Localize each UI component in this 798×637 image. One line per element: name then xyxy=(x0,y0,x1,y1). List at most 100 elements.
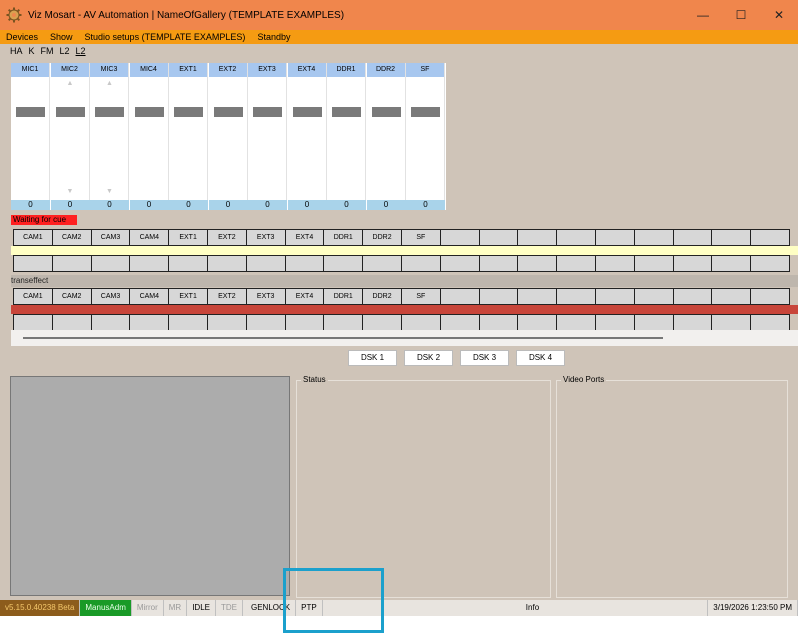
bus-button[interactable] xyxy=(750,229,790,246)
bus-button[interactable]: CAM4 xyxy=(129,229,170,246)
bus-button[interactable]: CAM1 xyxy=(13,229,53,246)
fader-handle[interactable] xyxy=(371,107,401,117)
bus-button[interactable] xyxy=(750,288,790,305)
arrow-down-icon[interactable]: ▼ xyxy=(90,188,129,195)
bus-button[interactable]: EXT1 xyxy=(168,288,208,305)
bus-button[interactable]: EXT4 xyxy=(284,229,325,246)
bus-button[interactable]: EXT2 xyxy=(206,288,247,305)
bus-button[interactable]: EXT4 xyxy=(284,288,325,305)
bus-button[interactable] xyxy=(168,255,208,272)
bus-button[interactable] xyxy=(439,229,480,246)
bus-button[interactable]: CAM1 xyxy=(13,288,53,305)
bus-button[interactable] xyxy=(750,314,790,331)
bus-button[interactable] xyxy=(129,314,170,331)
bus-button[interactable] xyxy=(478,255,519,272)
bus-button[interactable]: EXT2 xyxy=(206,229,247,246)
mixer-channel[interactable]: EXT3 0 xyxy=(248,63,287,210)
arrow-up-icon[interactable]: ▲ xyxy=(90,80,129,87)
bus-button[interactable] xyxy=(672,314,713,331)
bus-button[interactable] xyxy=(323,314,364,331)
bus-button[interactable]: EXT3 xyxy=(245,229,286,246)
bus-button[interactable] xyxy=(633,255,674,272)
bus-button[interactable] xyxy=(517,229,558,246)
mixer-channel[interactable]: SF 0 xyxy=(406,63,445,210)
bus-button[interactable] xyxy=(90,314,131,331)
mode-fm[interactable]: FM xyxy=(41,46,54,56)
fader-handle[interactable] xyxy=(253,107,282,117)
bus-button[interactable] xyxy=(439,255,480,272)
bus-button[interactable] xyxy=(478,229,519,246)
bus-button[interactable] xyxy=(400,255,441,272)
bus-button[interactable] xyxy=(633,288,674,305)
bus-button[interactable] xyxy=(13,314,53,331)
bus-button[interactable]: DDR2 xyxy=(362,229,402,246)
bus-button[interactable]: DDR1 xyxy=(323,288,364,305)
bus-button[interactable] xyxy=(439,288,480,305)
mixer-channel[interactable]: MIC3 ▲ ▼ 0 xyxy=(90,63,129,210)
bus-button[interactable] xyxy=(323,255,364,272)
fader-handle[interactable] xyxy=(292,107,322,117)
bus-button[interactable] xyxy=(711,288,752,305)
bus-button[interactable] xyxy=(90,255,131,272)
fader-handle[interactable] xyxy=(332,107,361,117)
menu-studio-setups[interactable]: Studio setups (TEMPLATE EXAMPLES) xyxy=(79,32,252,42)
arrow-down-icon[interactable]: ▼ xyxy=(51,188,90,195)
bus-button[interactable]: CAM4 xyxy=(129,288,170,305)
bus-button[interactable]: CAM2 xyxy=(51,229,92,246)
horizontal-scrollbar[interactable] xyxy=(11,330,798,346)
fader-handle[interactable] xyxy=(55,107,85,117)
mixer-channel[interactable]: MIC1 0 xyxy=(11,63,50,210)
menu-standby[interactable]: Standby xyxy=(251,32,296,42)
mode-k[interactable]: K xyxy=(29,46,35,56)
bus-button[interactable] xyxy=(594,229,635,246)
menu-devices[interactable]: Devices xyxy=(0,32,44,42)
bus-button[interactable] xyxy=(594,314,635,331)
bus-button[interactable] xyxy=(556,288,596,305)
bus-button[interactable] xyxy=(672,255,713,272)
fader-handle[interactable] xyxy=(174,107,203,117)
dsk1-button[interactable]: DSK 1 xyxy=(348,350,397,366)
bus-button[interactable] xyxy=(517,288,558,305)
mode-l2-underlined[interactable]: L2 xyxy=(76,46,86,56)
bus-button[interactable]: SF xyxy=(400,229,441,246)
mixer-channel[interactable]: DDR2 0 xyxy=(366,63,406,210)
bus-button[interactable] xyxy=(13,255,53,272)
mixer-channel[interactable]: EXT4 0 xyxy=(287,63,327,210)
mode-l2[interactable]: L2 xyxy=(60,46,70,56)
bus-button[interactable] xyxy=(556,255,596,272)
minimize-button[interactable]: — xyxy=(684,0,722,30)
bus-button[interactable] xyxy=(245,255,286,272)
fader-handle[interactable] xyxy=(411,107,440,117)
bus-button[interactable] xyxy=(51,314,92,331)
bus-button[interactable] xyxy=(556,229,596,246)
dsk2-button[interactable]: DSK 2 xyxy=(404,350,453,366)
bus-button[interactable] xyxy=(362,314,402,331)
bus-button[interactable] xyxy=(206,314,247,331)
bus-button[interactable] xyxy=(750,255,790,272)
bus-button[interactable] xyxy=(633,314,674,331)
fader-handle[interactable] xyxy=(213,107,243,117)
bus-button[interactable] xyxy=(362,255,402,272)
bus-button[interactable] xyxy=(206,255,247,272)
dsk4-button[interactable]: DSK 4 xyxy=(516,350,565,366)
bus-button[interactable] xyxy=(711,314,752,331)
bus-button[interactable] xyxy=(245,314,286,331)
bus-button[interactable] xyxy=(711,255,752,272)
maximize-button[interactable]: ☐ xyxy=(722,0,760,30)
bus-button[interactable] xyxy=(439,314,480,331)
bus-button[interactable] xyxy=(478,288,519,305)
bus-button[interactable] xyxy=(400,314,441,331)
menu-show[interactable]: Show xyxy=(44,32,79,42)
bus-button[interactable] xyxy=(672,229,713,246)
dsk3-button[interactable]: DSK 3 xyxy=(460,350,509,366)
bus-button[interactable] xyxy=(517,255,558,272)
bus-button[interactable]: CAM3 xyxy=(90,288,131,305)
mixer-channel[interactable]: DDR1 0 xyxy=(327,63,366,210)
close-button[interactable]: ✕ xyxy=(760,0,798,30)
bus-button[interactable] xyxy=(633,229,674,246)
arrow-up-icon[interactable]: ▲ xyxy=(51,80,90,87)
bus-button[interactable] xyxy=(51,255,92,272)
bus-button[interactable] xyxy=(284,314,325,331)
bus-button[interactable] xyxy=(594,288,635,305)
bus-button[interactable]: CAM3 xyxy=(90,229,131,246)
